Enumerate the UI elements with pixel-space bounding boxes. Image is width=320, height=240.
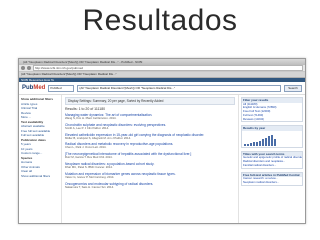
sidebar-filter-link[interactable]: Show additional filters	[21, 174, 59, 179]
back-icon[interactable]	[21, 66, 25, 70]
year-bar	[259, 140, 261, 146]
address-bar[interactable]: http://www.ncbi.nlm.nih.gov/pubmed	[33, 65, 303, 71]
result-citation: Smith A, Lee P. J Clin Pathol. 2014.	[65, 126, 109, 130]
pmc-panel: Free full-text articles in PubMed Centra…	[241, 171, 303, 186]
result-item: Oncogenomics and molecular subtyping of …	[65, 182, 235, 189]
year-bar	[253, 142, 255, 146]
year-bar	[271, 134, 273, 146]
forward-icon[interactable]	[27, 66, 31, 70]
result-item: Managing water dynamics: The art of comp…	[65, 113, 235, 120]
year-bar	[265, 138, 267, 146]
results-list: Managing water dynamics: The art of comp…	[65, 113, 235, 189]
result-citation: Yakov G, Ivanov P. Mol Carcinog. 2014.	[65, 175, 115, 179]
pubmed-logo[interactable]: PubMed	[22, 85, 45, 91]
filter-link[interactable]: Reviews (13234)	[242, 118, 302, 122]
filter-panel: Filter your results All (111180) English …	[241, 97, 303, 123]
filter-sidebar: Show additional filters Article types Clin…	[19, 95, 62, 223]
year-bar	[256, 141, 258, 146]
result-item: [The neuroepigenetical interactome of he…	[65, 152, 235, 159]
result-item: Chondroitin sulphate and neoplastic diso…	[65, 123, 235, 130]
search-button[interactable]: Search	[284, 84, 302, 92]
results-count: Results: 1 to 20 of 111180	[65, 107, 106, 111]
results-by-year-chart[interactable]	[242, 131, 302, 147]
result-citation: Ruiz M, Garcia T. Rev Med Chil. 2014.	[65, 156, 113, 160]
result-citation: Chen L, Park J. Oncol Lett. 2014.	[65, 146, 107, 150]
result-item: Radical disorders and metabolic recovery…	[65, 142, 235, 149]
year-bar	[250, 142, 252, 146]
display-settings[interactable]: Display Settings: Summary, 20 per page, …	[65, 97, 235, 105]
database-select[interactable]: PubMed	[48, 84, 75, 92]
year-bar	[274, 138, 276, 146]
results-main: Display Settings: Summary, 20 per page, …	[62, 95, 238, 223]
year-bar	[262, 139, 264, 146]
result-item: Elevated cathelicidin expression in 15-y…	[65, 133, 235, 140]
title-link[interactable]: Familial radical disorders...	[242, 164, 302, 168]
result-item: Mutation and expression of biomarker gen…	[65, 172, 235, 179]
year-bar	[268, 136, 270, 146]
result-citation: Nakamura T, Sato H. Cancer Sci. 2014.	[65, 185, 114, 189]
result-citation: Wang S, Kim H. Plant Cell Environ. 2014.	[65, 117, 117, 120]
browser-window: (All "Neoplasm Radical Disorders"[Mesh])…	[18, 58, 306, 224]
right-sidebar: Filter your results All (111180) English …	[238, 95, 305, 223]
search-input[interactable]: (All "Neoplasm Radical Disorders"[Mesh])…	[77, 84, 281, 92]
year-bar	[244, 144, 246, 146]
result-citation: Müller B, Lindqvist S, Allegretti M. Am …	[65, 136, 131, 140]
pmc-article-link[interactable]: Neoplasm radical disorders...	[242, 181, 302, 185]
year-bar	[247, 143, 249, 146]
slide-title: Resultados	[82, 4, 238, 37]
browser-toolbar: http://www.ncbi.nlm.nih.gov/pubmed	[19, 65, 305, 72]
result-item: Neoplasm radical disorders: a population…	[65, 162, 235, 169]
result-citation: Dhar MC, Patel S. BMC Cancer. 2014.	[65, 165, 113, 169]
results-by-year-panel: Results by year	[241, 125, 303, 148]
pubmed-header: PubMed PubMed (All "Neoplasm Radical Dis…	[19, 82, 305, 95]
titles-panel: Titles with your search terms Genetic an…	[241, 150, 303, 169]
